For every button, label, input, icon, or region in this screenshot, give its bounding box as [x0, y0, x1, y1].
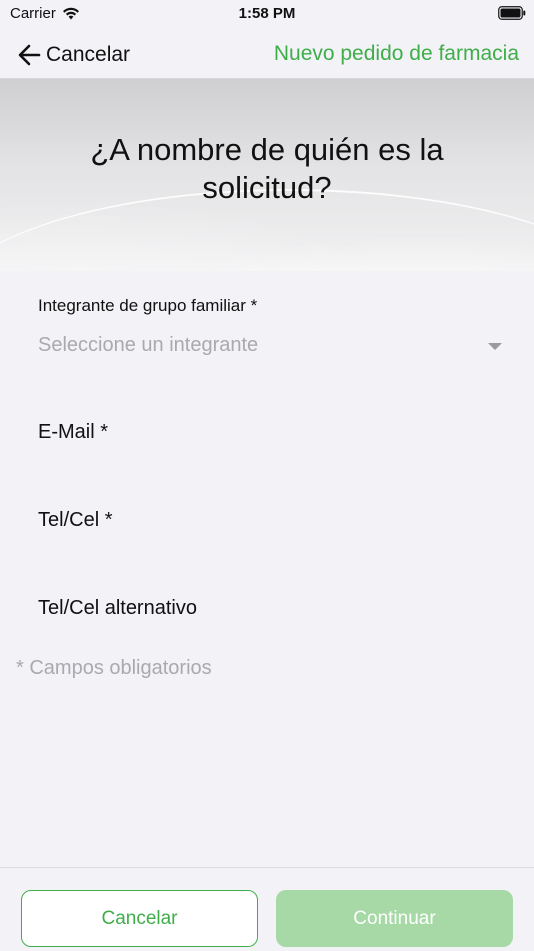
member-select[interactable]: Seleccione un integrante: [38, 331, 502, 363]
back-button-label: Cancelar: [46, 43, 131, 66]
arrow-left-icon: [18, 44, 41, 66]
email-field[interactable]: E-Mail *: [38, 416, 502, 450]
status-bar: Carrier 1:58 PM: [0, 0, 534, 30]
navigation-bar: Cancelar Nuevo pedido de farmacia: [0, 30, 534, 79]
continue-button[interactable]: Continuar: [276, 890, 513, 947]
bottom-action-bar: Cancelar Continuar: [0, 867, 534, 951]
status-time: 1:58 PM: [238, 5, 296, 22]
member-select-placeholder: Seleccione un integrante: [38, 334, 259, 356]
member-label: Integrante de grupo familiar *: [38, 296, 258, 315]
back-button[interactable]: Cancelar: [16, 40, 130, 70]
email-label: E-Mail *: [38, 421, 109, 443]
phone-label: Tel/Cel *: [38, 509, 113, 531]
alt-phone-field[interactable]: Tel/Cel alternativo: [38, 592, 502, 626]
dropdown-arrow-icon: [488, 343, 502, 350]
phone-field[interactable]: Tel/Cel *: [38, 504, 502, 538]
page-title: Nuevo pedido de farmacia: [273, 42, 519, 65]
hero-banner: ¿A nombre de quién es la solicitud?: [0, 79, 534, 271]
required-fields-note: * Campos obligatorios: [16, 657, 212, 679]
hero-title: ¿A nombre de quién es la solicitud?: [90, 132, 444, 205]
cancel-button[interactable]: Cancelar: [21, 890, 258, 947]
alt-phone-label: Tel/Cel alternativo: [38, 597, 197, 619]
battery-icon: [498, 6, 526, 20]
